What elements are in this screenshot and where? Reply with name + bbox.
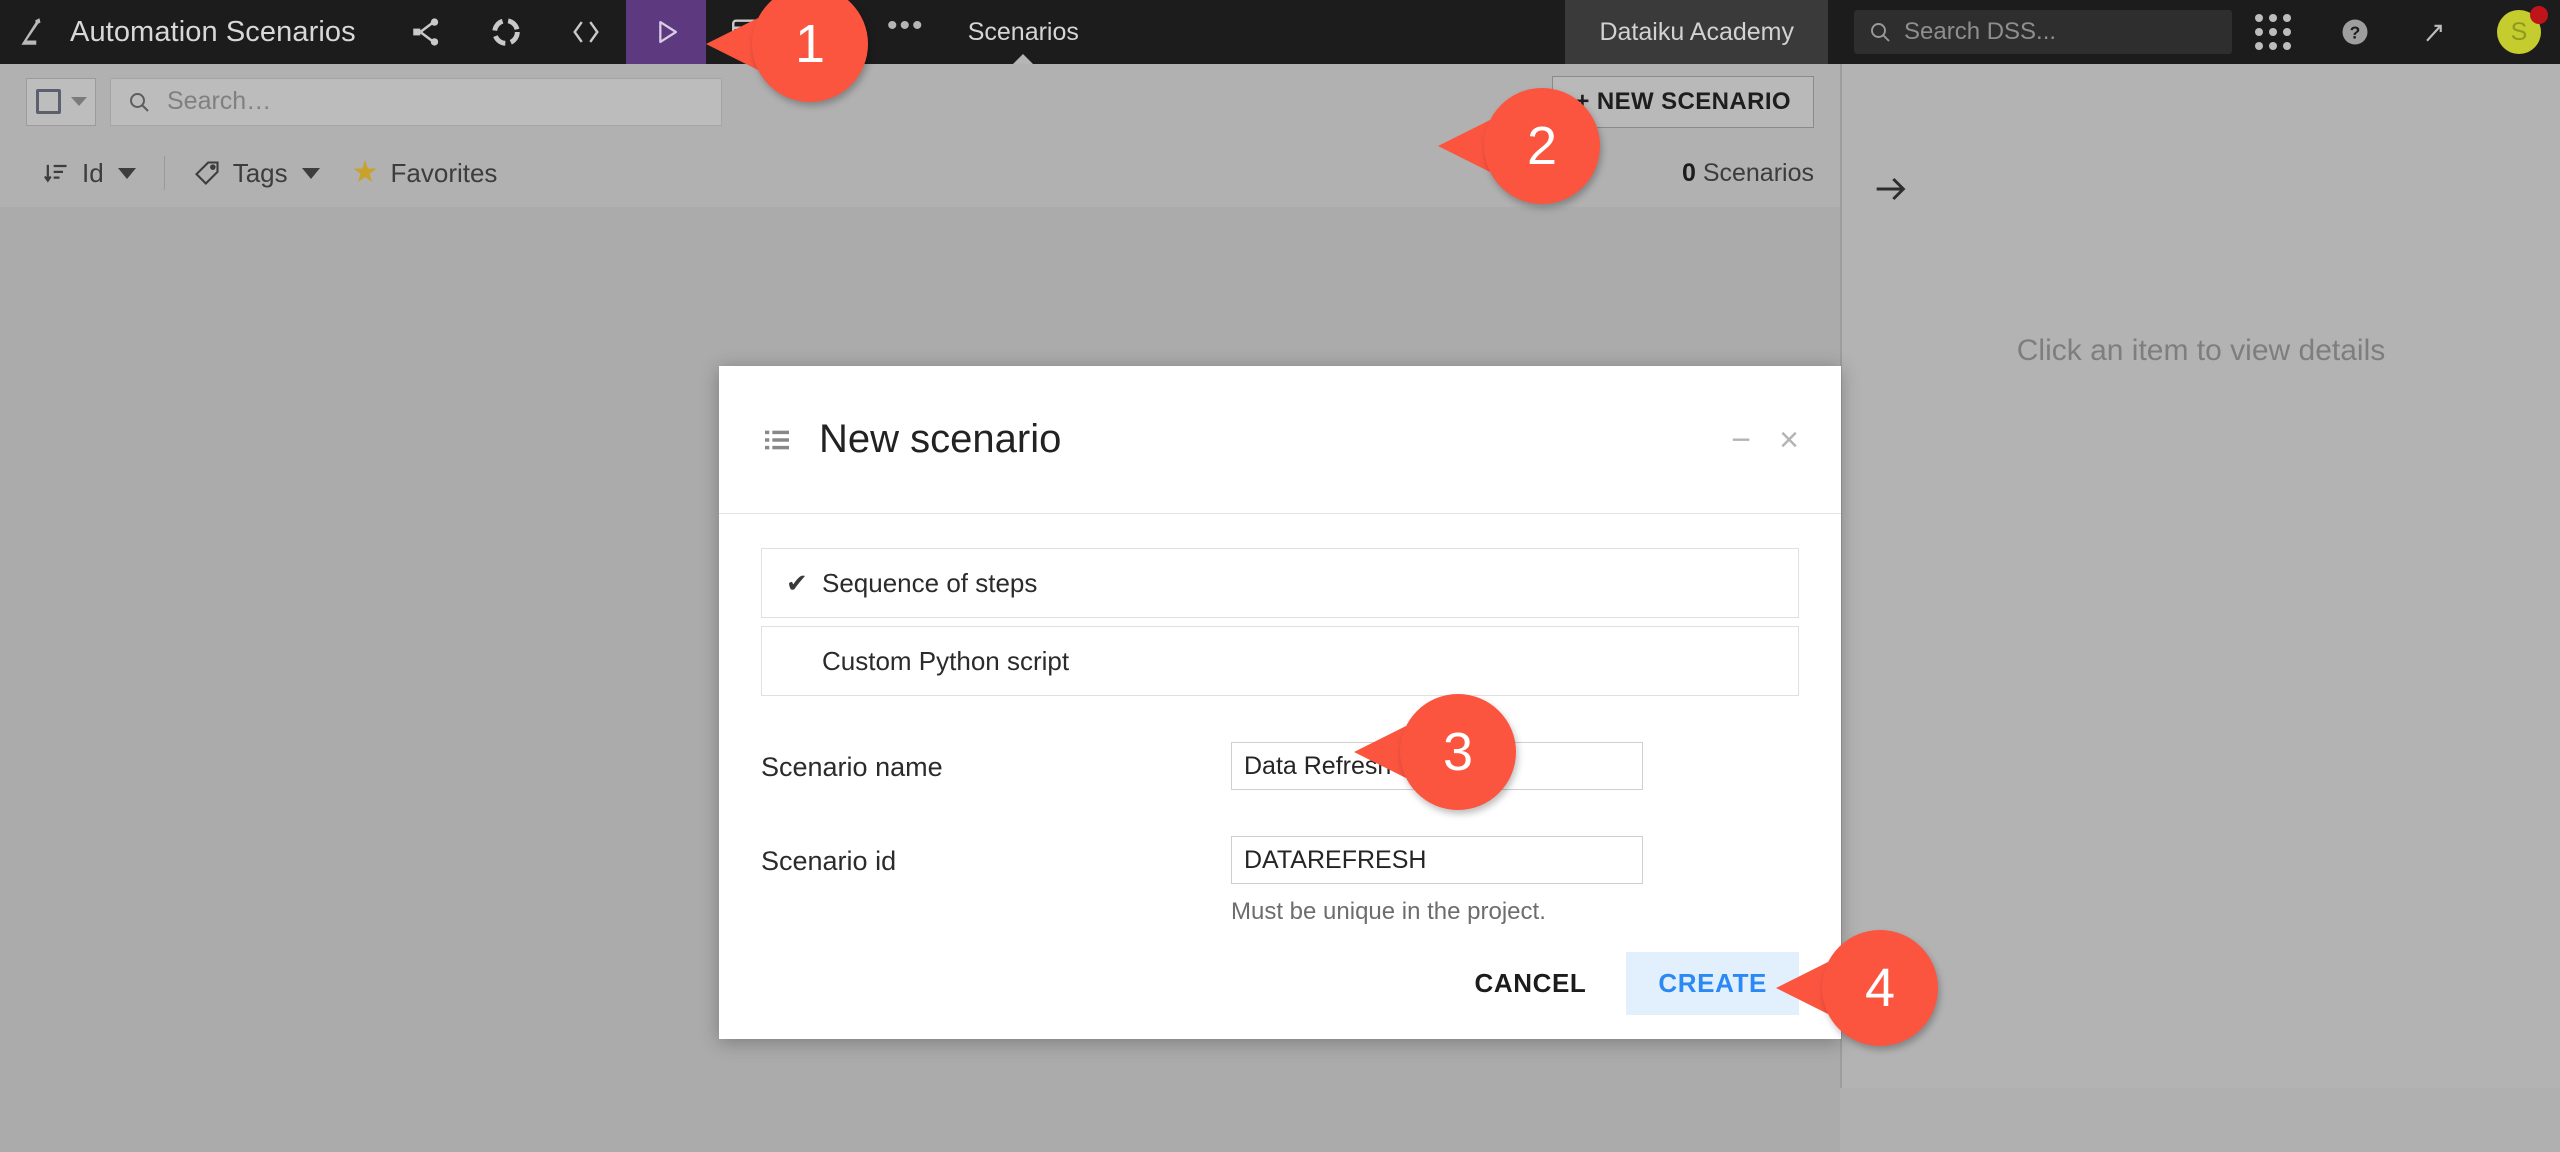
chevron-down-icon	[70, 97, 87, 106]
notification-badge	[2530, 6, 2548, 24]
search-icon	[111, 90, 167, 114]
tags-label: Tags	[232, 157, 288, 188]
toolbar-right-group: + NEW SCENARIO	[1552, 75, 1814, 128]
create-button[interactable]: CREATE	[1626, 951, 1799, 1015]
detail-pane: Click an item to view details	[1840, 64, 2560, 1088]
search-scenarios-input[interactable]	[167, 87, 721, 116]
list-filter-bar: Id Tags ★ Favorites 0 Scenarios	[0, 139, 1840, 207]
list-toolbar: + NEW SCENARIO	[0, 64, 1840, 139]
scenario-id-input[interactable]	[1231, 836, 1643, 884]
flow-share-icon[interactable]	[386, 0, 466, 64]
checkbox-icon	[35, 89, 61, 114]
new-scenario-button[interactable]: + NEW SCENARIO	[1552, 75, 1814, 128]
chevron-down-icon	[117, 167, 136, 179]
trending-arrow-icon[interactable]	[2396, 0, 2478, 64]
modal-title: New scenario	[819, 417, 1062, 461]
modal-footer: CANCEL CREATE	[719, 927, 1841, 1039]
option-custom-python-script-label: Custom Python script	[822, 645, 1070, 676]
field-scenario-name: Scenario name	[761, 742, 1799, 790]
scenario-id-help-text: Must be unique in the project.	[1231, 898, 1546, 925]
tab-scenarios-label: Scenarios	[967, 17, 1079, 46]
field-scenario-id: Scenario id	[761, 836, 1799, 884]
option-sequence-of-steps-label: Sequence of steps	[822, 567, 1038, 598]
more-menu-icon[interactable]: •••	[866, 0, 946, 64]
search-dss-box[interactable]	[1854, 10, 2232, 54]
apps-grid-icon[interactable]	[2232, 0, 2314, 64]
search-scenarios-box[interactable]	[110, 77, 722, 126]
scenario-name-label: Scenario name	[761, 752, 943, 782]
search-icon	[1871, 23, 1890, 42]
close-icon[interactable]: ×	[1779, 423, 1799, 457]
sort-icon	[44, 164, 67, 183]
tag-icon	[194, 161, 219, 185]
new-scenario-modal: New scenario − × ✔ Sequence of steps Cus…	[719, 366, 1841, 1039]
modal-header: New scenario − ×	[719, 366, 1841, 514]
donut-chart-icon[interactable]	[466, 0, 546, 64]
modal-body: ✔ Sequence of steps Custom Python script…	[719, 514, 1841, 927]
right-arrow-icon[interactable]	[1870, 169, 1910, 214]
help-question-icon[interactable]: ?	[2314, 0, 2396, 64]
option-custom-python-script[interactable]: Custom Python script	[761, 626, 1799, 696]
play-scenario-icon[interactable]	[625, 0, 706, 64]
cancel-button[interactable]: CANCEL	[1444, 952, 1616, 1015]
tags-filter-dropdown[interactable]: Tags	[177, 158, 336, 189]
sort-label: Id	[82, 157, 104, 188]
filter-divider	[163, 156, 165, 190]
dashboard-icon[interactable]	[706, 0, 786, 64]
sort-by-id-dropdown[interactable]: Id	[26, 158, 152, 189]
option-sequence-of-steps[interactable]: ✔ Sequence of steps	[761, 548, 1799, 618]
project-title: Automation Scenarios	[70, 15, 356, 48]
scenario-count-label: Scenarios	[1702, 158, 1814, 187]
search-dss-input[interactable]	[1904, 18, 2218, 46]
top-navigation-bar: Automation Scenarios ••• Scenarios Datai…	[0, 0, 2560, 64]
tab-scenarios[interactable]: Scenarios	[946, 0, 1101, 64]
code-brackets-icon[interactable]	[546, 0, 626, 64]
scenario-count: 0 Scenarios	[1682, 159, 1814, 188]
scenario-count-number: 0	[1681, 158, 1696, 187]
dataiku-academy-button[interactable]: Dataiku Academy	[1565, 0, 1828, 64]
detail-pane-hint: Click an item to view details	[2016, 334, 2386, 367]
tab-active-caret	[1013, 54, 1034, 64]
select-all-checkbox[interactable]	[26, 77, 96, 126]
user-avatar-button[interactable]: S	[2478, 0, 2560, 64]
check-icon: ✔	[786, 567, 808, 598]
minimize-icon[interactable]: −	[1731, 423, 1751, 457]
favorites-filter[interactable]: ★ Favorites	[336, 158, 514, 189]
svg-text:?: ?	[2350, 22, 2361, 42]
notebook-icon[interactable]	[786, 0, 866, 64]
star-icon: ★	[351, 156, 379, 189]
modal-window-controls: − ×	[1731, 423, 1799, 457]
favorites-label: Favorites	[390, 157, 498, 188]
scenario-id-label: Scenario id	[761, 846, 897, 876]
dataiku-bird-logo-icon[interactable]	[0, 0, 64, 64]
list-lines-icon	[761, 424, 793, 456]
chevron-down-icon	[301, 167, 320, 179]
scenario-name-input[interactable]	[1231, 742, 1643, 790]
